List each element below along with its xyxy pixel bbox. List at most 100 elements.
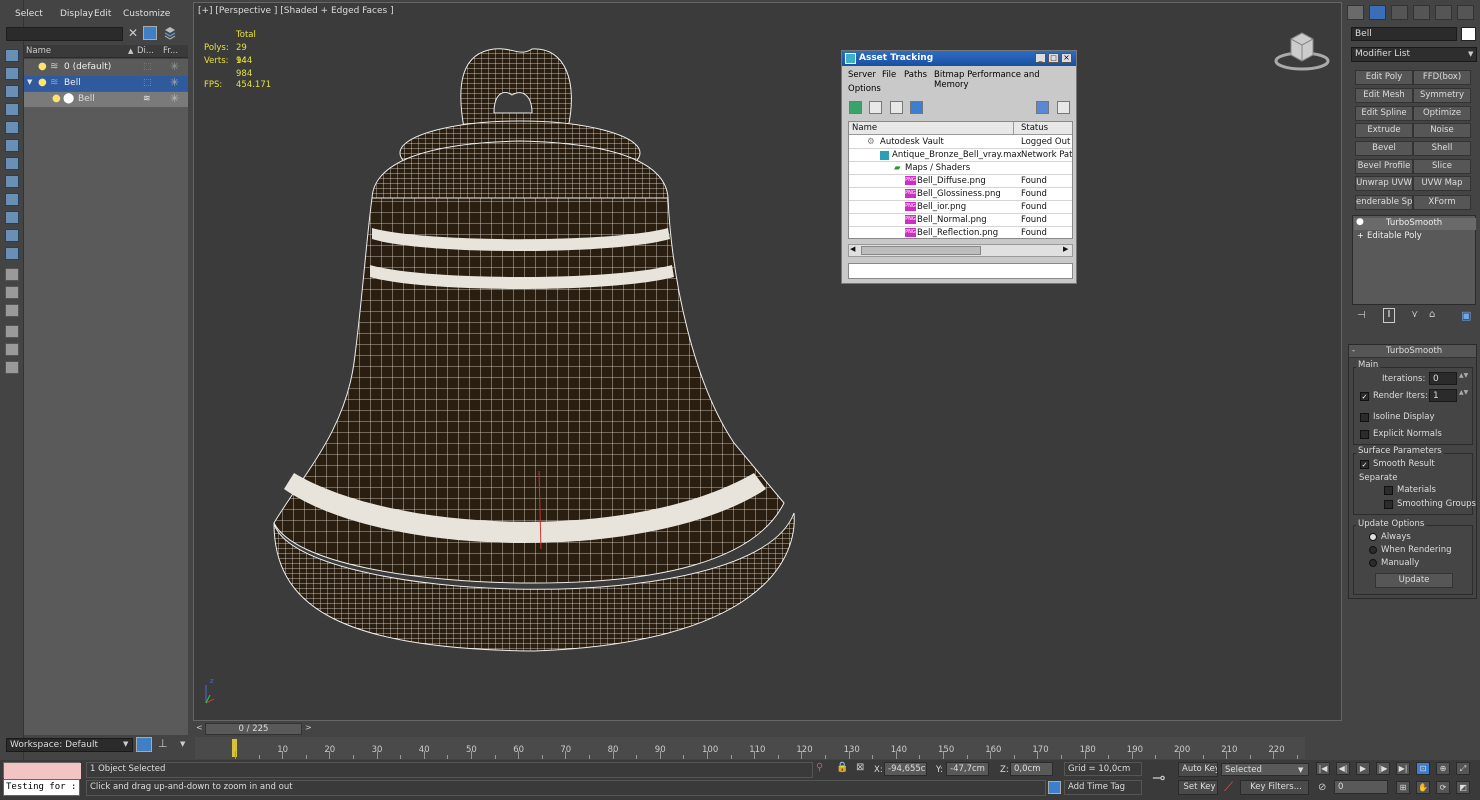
modifier-ffd-box-button[interactable]: FFD(box) [1413,70,1471,85]
remove-modifier-icon[interactable]: ⌂ [1429,309,1435,320]
column-name[interactable]: Name [852,123,877,133]
isolate-selection-icon[interactable]: ⚲ [816,762,823,773]
key-filters-button[interactable]: Key Filters... [1240,780,1309,795]
xrefs-filter-icon[interactable] [5,247,19,260]
menu-server[interactable]: Server [848,70,876,80]
settings-icon[interactable] [1057,101,1070,114]
object-name-input[interactable]: Bell [1351,27,1457,41]
freeze-snowflake-icon[interactable]: ✳ [170,76,179,89]
time-slider-thumb[interactable]: 0 / 225 [205,723,302,735]
object-color-swatch[interactable] [1461,27,1476,41]
x-coordinate-field[interactable]: -94,655cm [884,762,927,776]
collapse-arrow-icon[interactable]: ▼ [27,78,32,86]
maximize-viewport-icon[interactable]: ⤢ [1456,762,1470,775]
menu-options[interactable]: Options [848,84,881,94]
layers-icon[interactable] [163,26,177,40]
modifier-slice-button[interactable]: Slice [1413,159,1471,174]
manage-layers-icon[interactable] [136,737,152,752]
asset-row[interactable]: PNG Bell_Normal.png Found [849,214,1072,227]
selection-lock-icon[interactable]: 🔒 [836,762,848,773]
asset-row[interactable]: PNG Bell_Diffuse.png Found [849,175,1072,188]
smoothing-groups-checkbox[interactable] [1384,500,1393,509]
clear-search-icon[interactable]: ✕ [128,26,138,40]
spinner-arrows-icon[interactable]: ▲▼ [1459,389,1468,396]
column-display[interactable]: Di... [137,46,154,56]
stack-item-turbosmooth[interactable]: ● TurboSmooth [1354,217,1476,230]
make-unique-icon[interactable]: ⋎ [1411,309,1418,320]
previous-frame-icon[interactable]: < [196,723,203,732]
expand-plus-icon[interactable]: + [1357,231,1364,240]
view-cube-icon[interactable] [1274,31,1330,71]
menu-display[interactable]: Display [60,9,93,19]
zoom-icon[interactable]: ⊘ [1318,782,1326,793]
scrollbar-thumb[interactable] [861,246,981,255]
modifier-list-dropdown[interactable]: Modifier List [1351,47,1477,62]
smooth-result-checkbox[interactable]: ✓ [1360,460,1369,469]
select-objects-icon[interactable] [5,49,19,62]
none-filter-icon[interactable] [5,286,19,299]
dropdown-arrow-icon[interactable]: ▼ [180,740,185,748]
time-slider[interactable]: < 0 / 225 > [193,723,1342,735]
helpers-filter-icon[interactable] [5,193,19,206]
key-selection-dropdown[interactable]: Selected [1221,763,1309,776]
display-tab-icon[interactable] [1435,5,1452,20]
settings-filter-icon[interactable] [5,361,19,374]
lightbulb-icon[interactable]: ● [38,77,47,88]
always-radio[interactable] [1369,533,1377,541]
menu-select[interactable]: Select [15,9,43,19]
funnel-icon[interactable] [5,325,19,338]
field-of-view-icon[interactable]: ◩ [1456,781,1470,794]
next-frame-icon[interactable]: > [305,723,312,732]
play-icon[interactable]: ▶ [1356,762,1370,775]
menu-paths[interactable]: Paths [904,70,927,80]
asset-row[interactable]: PNG Bell_ior.png Found [849,201,1072,214]
invert-display-icon[interactable] [5,103,19,116]
go-to-start-icon[interactable]: |◀ [1316,762,1330,775]
auto-key-button[interactable]: Auto Key [1178,762,1218,777]
geometry-filter-icon[interactable] [5,121,19,134]
go-to-end-icon[interactable]: ▶| [1396,762,1410,775]
lightbulb-icon[interactable]: ● [52,93,61,104]
isoline-display-checkbox[interactable] [1360,413,1369,422]
menu-customize[interactable]: Customize [123,9,170,19]
column-status[interactable]: Status [1021,123,1048,133]
all-filter-icon[interactable] [5,268,19,281]
modifier-edit-poly-button[interactable]: Edit Poly [1355,70,1413,85]
add-time-tag-button[interactable]: Add Time Tag [1064,780,1142,795]
display-box-icon[interactable]: ≋ [143,94,151,104]
stack-item-editable-poly[interactable]: + Editable Poly [1354,231,1476,243]
modifier-extrude-button[interactable]: Extrude [1355,123,1413,138]
freeze-snowflake-icon[interactable]: ✳ [170,92,179,105]
asset-row[interactable]: PNG Bell_Reflection.png Found [849,227,1072,238]
modifier-unwrap-uvw-button[interactable]: Unwrap UVW [1355,176,1413,191]
lightbulb-icon[interactable]: ● [38,61,47,72]
show-end-result-icon[interactable]: I [1383,308,1395,323]
display-none-icon[interactable] [5,67,19,80]
z-coordinate-field[interactable]: 0,0cm [1010,762,1053,776]
hierarchy-tab-icon[interactable] [1391,5,1408,20]
column-freeze[interactable]: Fr... [163,46,178,56]
refresh-icon[interactable] [849,101,862,114]
display-box-icon[interactable]: ⬚ [143,62,152,72]
pin-stack-icon[interactable]: ⊣ [1357,310,1366,321]
lights-filter-icon[interactable] [5,157,19,170]
modifier-noise-button[interactable]: Noise [1413,123,1471,138]
invert-filter-icon[interactable] [5,304,19,317]
cameras-filter-icon[interactable] [5,175,19,188]
asset-row[interactable]: PNG Bell_Glossiness.png Found [849,188,1072,201]
y-coordinate-field[interactable]: -47,7cm [946,762,989,776]
tree-row-object-bell[interactable]: ● ⬤ Bell ≋ ✳ [24,92,188,107]
tree-row-layer-bell[interactable]: ▼ ● ≋ Bell ⬚ ✳ [24,76,188,91]
modifier-bevel-profile-button[interactable]: Bevel Profile [1355,159,1413,174]
modifier-edit-mesh-button[interactable]: Edit Mesh [1355,88,1413,103]
menu-bitmap-performance[interactable]: Bitmap Performance and Memory [934,70,1076,90]
horizontal-scrollbar[interactable]: ◀ ▶ [848,244,1073,257]
asset-row[interactable]: Antique_Bronze_Bell_vray.max Network Pat… [849,149,1072,162]
explicit-normals-checkbox[interactable] [1360,430,1369,439]
maxscript-mini-listener[interactable]: Testing for : [3,779,80,796]
table-view-icon[interactable] [890,101,903,114]
key-mode-toggle-icon[interactable]: ⊡ [1416,762,1430,775]
list-view-icon[interactable] [869,101,882,114]
menu-file[interactable]: File [882,70,896,80]
maximize-icon[interactable]: □ [1048,53,1059,63]
